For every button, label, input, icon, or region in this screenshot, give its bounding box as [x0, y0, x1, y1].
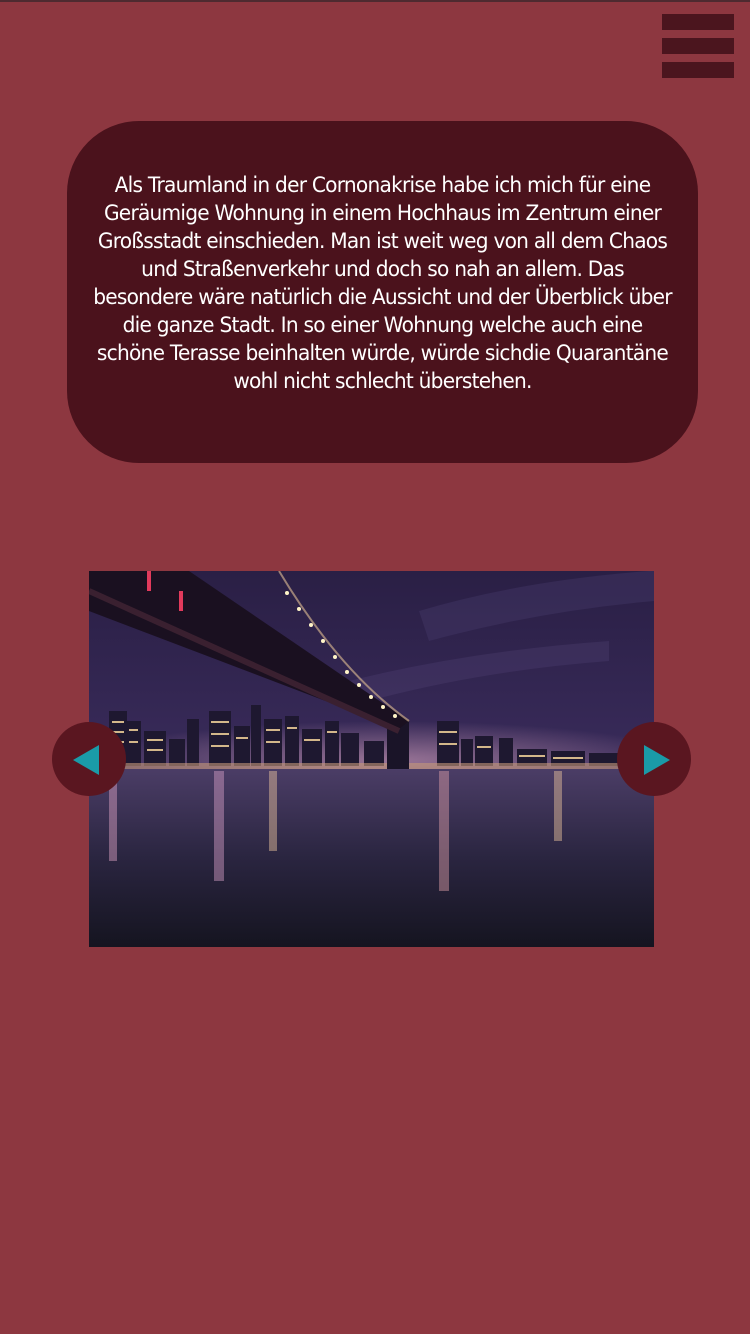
hamburger-menu-icon[interactable] [662, 14, 734, 78]
menu-bar [662, 14, 734, 30]
triangle-right-icon [644, 745, 670, 775]
top-border [0, 0, 750, 2]
carousel-next-button[interactable] [617, 722, 691, 796]
menu-bar [662, 38, 734, 54]
image-carousel [89, 571, 654, 947]
menu-bar [662, 62, 734, 78]
description-text: Als Traumland in der Cornonakrise habe i… [93, 173, 672, 393]
city-skyline-night-image [89, 571, 654, 947]
carousel-prev-button[interactable] [52, 722, 126, 796]
triangle-left-icon [73, 745, 99, 775]
description-card: Als Traumland in der Cornonakrise habe i… [67, 121, 698, 463]
